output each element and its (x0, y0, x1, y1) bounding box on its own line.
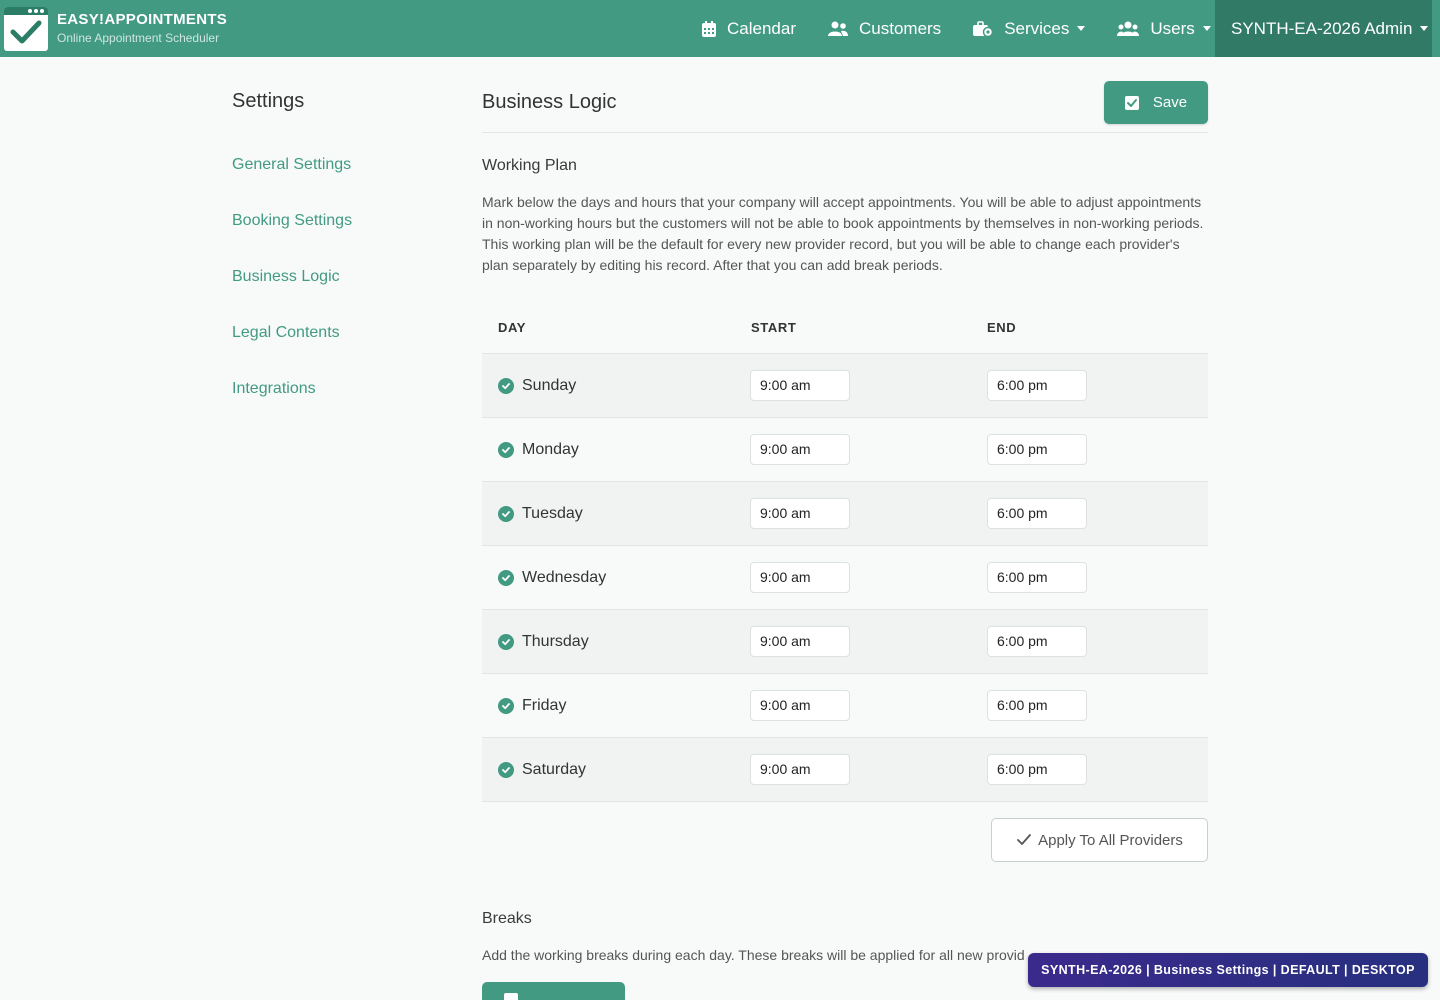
checkbox-checked-icon (498, 697, 514, 714)
main-nav: Calendar Customers Services Users (686, 0, 1227, 57)
day-checkbox-sunday[interactable]: Sunday (498, 354, 576, 417)
check-square-icon (1124, 95, 1139, 110)
end-time-input[interactable]: 6:00 pm (987, 626, 1087, 657)
working-plan-description: Mark below the days and hours that your … (482, 194, 1204, 273)
day-label: Friday (522, 696, 567, 714)
nav-services-label: Services (1004, 18, 1070, 38)
divider (482, 132, 1208, 133)
day-checkbox-friday[interactable]: Friday (498, 674, 566, 737)
checkbox-checked-icon (498, 505, 514, 522)
checkbox-checked-icon (498, 569, 514, 586)
nav-calendar-label: Calendar (727, 18, 796, 38)
end-time-input[interactable]: 6:00 pm (987, 754, 1087, 785)
page-title: Business Logic (482, 91, 617, 113)
chevron-down-icon (1202, 26, 1211, 31)
nav-customers-label: Customers (859, 18, 942, 38)
add-break-button[interactable] (482, 982, 625, 1000)
sidebar-item-general-settings[interactable]: General Settings (232, 156, 351, 174)
admin-menu-label: SYNTH-EA-2026 Admin (1231, 18, 1413, 38)
checkbox-checked-icon (498, 633, 514, 650)
nav-users[interactable]: Users (1101, 0, 1226, 57)
admin-menu[interactable]: SYNTH-EA-2026 Admin (1215, 0, 1432, 57)
check-icon (1017, 834, 1031, 845)
sidebar-item-legal-contents[interactable]: Legal Contents (232, 324, 340, 342)
day-label: Wednesday (522, 568, 607, 586)
save-button-label: Save (1152, 94, 1188, 111)
breaks-title: Breaks (482, 910, 532, 927)
working-plan-title: Working Plan (482, 157, 577, 174)
plus-square-icon (504, 993, 518, 1000)
start-time-input[interactable]: 9:00 am (750, 434, 850, 465)
day-checkbox-saturday[interactable]: Saturday (498, 738, 586, 801)
column-header-end: END (987, 320, 1017, 335)
table-row: Tuesday 9:00 am 6:00 pm (482, 481, 1208, 545)
apply-button-label: Apply To All Providers (1038, 831, 1183, 849)
users-icon (1117, 21, 1140, 36)
table-row: Thursday 9:00 am 6:00 pm (482, 609, 1208, 673)
day-label: Thursday (522, 632, 589, 650)
end-time-input[interactable]: 6:00 pm (987, 498, 1087, 529)
sidebar-title: Settings (232, 90, 305, 112)
environment-badge: SYNTH-EA-2026 | Business Settings | DEFA… (1028, 953, 1428, 987)
nav-calendar[interactable]: Calendar (686, 0, 812, 57)
chevron-down-icon (1077, 26, 1086, 31)
start-time-input[interactable]: 9:00 am (750, 370, 850, 401)
sidebar-item-booking-settings[interactable]: Booking Settings (232, 212, 352, 230)
top-navbar: EASY!APPOINTMENTS Online Appointment Sch… (0, 0, 1440, 57)
end-time-input[interactable]: 6:00 pm (987, 562, 1087, 593)
sidebar-item-business-logic[interactable]: Business Logic (232, 268, 340, 286)
start-time-input[interactable]: 9:00 am (750, 754, 850, 785)
chevron-down-icon (1420, 26, 1429, 31)
apply-to-all-providers-button[interactable]: Apply To All Providers (991, 818, 1208, 862)
end-time-input[interactable]: 6:00 pm (987, 434, 1087, 465)
brand-title: EASY!APPOINTMENTS (57, 11, 228, 28)
services-icon (973, 20, 994, 37)
brand[interactable]: EASY!APPOINTMENTS Online Appointment Sch… (0, 0, 227, 57)
checkbox-checked-icon (498, 441, 514, 458)
nav-services[interactable]: Services (957, 0, 1101, 57)
table-row: Wednesday 9:00 am 6:00 pm (482, 545, 1208, 609)
start-time-input[interactable]: 9:00 am (750, 498, 850, 529)
column-header-start: START (751, 320, 797, 335)
start-time-input[interactable]: 9:00 am (750, 690, 850, 721)
start-time-input[interactable]: 9:00 am (750, 626, 850, 657)
checkbox-checked-icon (498, 761, 514, 778)
column-header-day: DAY (498, 320, 527, 335)
start-time-input[interactable]: 9:00 am (750, 562, 850, 593)
day-checkbox-wednesday[interactable]: Wednesday (498, 546, 606, 609)
save-button[interactable]: Save (1104, 81, 1208, 124)
table-row: Friday 9:00 am 6:00 pm (482, 673, 1208, 737)
day-checkbox-thursday[interactable]: Thursday (498, 610, 589, 673)
divider (482, 801, 1208, 802)
nav-customers[interactable]: Customers (812, 0, 957, 57)
day-label: Monday (522, 440, 579, 458)
day-label: Tuesday (522, 504, 583, 522)
day-checkbox-monday[interactable]: Monday (498, 418, 579, 481)
table-row: Monday 9:00 am 6:00 pm (482, 417, 1208, 481)
customers-icon (828, 21, 848, 36)
table-row: Saturday 9:00 am 6:00 pm (482, 737, 1208, 801)
sidebar-item-integrations[interactable]: Integrations (232, 380, 316, 398)
calendar-icon (702, 20, 716, 37)
brand-subtitle: Online Appointment Scheduler (57, 31, 220, 45)
end-time-input[interactable]: 6:00 pm (987, 370, 1087, 401)
table-row: Sunday 9:00 am 6:00 pm (482, 353, 1208, 417)
app-logo (4, 6, 48, 51)
day-checkbox-tuesday[interactable]: Tuesday (498, 482, 583, 545)
day-label: Sunday (522, 376, 577, 394)
nav-users-label: Users (1150, 18, 1195, 38)
end-time-input[interactable]: 6:00 pm (987, 690, 1087, 721)
day-label: Saturday (522, 760, 587, 778)
checkbox-checked-icon (498, 377, 514, 394)
